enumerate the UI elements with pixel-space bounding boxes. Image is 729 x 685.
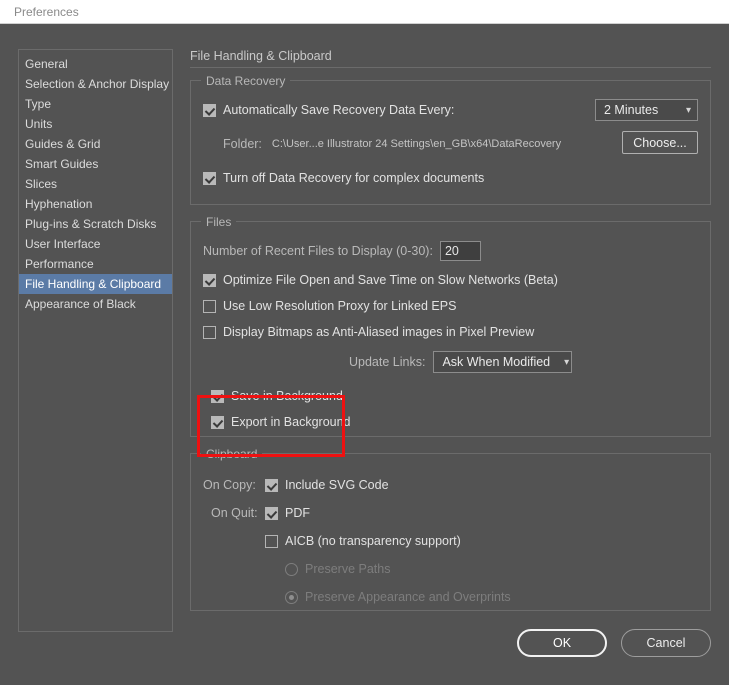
preserve-appearance-radio[interactable] <box>285 590 298 604</box>
recovery-folder-label: Folder: <box>223 137 262 151</box>
clipboard-group-label: Clipboard <box>201 447 263 461</box>
files-group-label: Files <box>201 215 237 229</box>
include-svg-code-checkbox[interactable] <box>265 478 278 492</box>
turn-off-recovery-checkbox[interactable] <box>203 171 216 185</box>
choose-folder-button[interactable]: Choose... <box>622 131 698 154</box>
on-quit-label: On Quit: <box>211 506 258 520</box>
sidebar-item-user-interface[interactable]: User Interface <box>19 234 172 254</box>
low-resolution-proxy-checkbox[interactable] <box>203 299 216 313</box>
preserve-paths-radio[interactable] <box>285 562 298 576</box>
display-bitmaps-checkbox[interactable] <box>203 325 216 339</box>
files-group: Files Number of Recent Files to Display … <box>190 215 711 437</box>
chevron-down-icon: ▾ <box>685 104 691 116</box>
data-recovery-group: Data Recovery Automatically Save Recover… <box>190 74 711 205</box>
recent-files-label: Number of Recent Files to Display (0-30)… <box>203 244 433 258</box>
aicb-label: AICB (no transparency support) <box>285 534 461 548</box>
export-in-background-label: Export in Background <box>231 415 351 429</box>
sidebar-item-hyphenation[interactable]: Hyphenation <box>19 194 172 214</box>
sidebar-item-appearance-of-black[interactable]: Appearance of Black <box>19 294 172 314</box>
sidebar-item-performance[interactable]: Performance <box>19 254 172 274</box>
turn-off-recovery-row: Turn off Data Recovery for complex docum… <box>203 167 698 189</box>
include-svg-code-label: Include SVG Code <box>285 478 389 492</box>
preserve-appearance-label: Preserve Appearance and Overprints <box>305 590 511 604</box>
display-bitmaps-label: Display Bitmaps as Anti-Aliased images i… <box>223 325 535 339</box>
low-resolution-proxy-label: Use Low Resolution Proxy for Linked EPS <box>223 299 457 313</box>
sidebar-item-file-handling-clipboard[interactable]: File Handling & Clipboard <box>19 274 172 294</box>
ok-button[interactable]: OK <box>517 629 607 657</box>
clipboard-group: Clipboard On Copy: Include SVG Code On Q… <box>190 447 711 611</box>
recent-files-row: Number of Recent Files to Display (0-30)… <box>203 240 698 262</box>
pdf-checkbox[interactable] <box>265 506 278 520</box>
turn-off-recovery-label: Turn off Data Recovery for complex docum… <box>223 171 485 185</box>
title-divider <box>190 67 711 68</box>
sidebar-item-smart-guides[interactable]: Smart Guides <box>19 154 172 174</box>
window-title: Preferences <box>14 5 79 19</box>
sidebar-item-units[interactable]: Units <box>19 114 172 134</box>
recovery-folder-path: C:\User...e Illustrator 24 Settings\en_G… <box>271 138 562 150</box>
cancel-button[interactable]: Cancel <box>621 629 711 657</box>
preferences-category-list[interactable]: General Selection & Anchor Display Type … <box>18 49 173 632</box>
recovery-interval-value: 2 Minutes <box>604 103 659 117</box>
auto-save-recovery-checkbox[interactable] <box>203 103 216 117</box>
on-copy-label: On Copy: <box>203 478 256 492</box>
preferences-content-pane: File Handling & Clipboard Data Recovery … <box>190 49 711 627</box>
on-quit-row: On Quit: PDF <box>203 502 698 524</box>
sidebar-item-type[interactable]: Type <box>19 94 172 114</box>
save-in-background-checkbox[interactable] <box>211 389 224 403</box>
preserve-appearance-row: Preserve Appearance and Overprints <box>203 586 698 608</box>
on-copy-row: On Copy: Include SVG Code <box>203 474 698 496</box>
sidebar-item-general[interactable]: General <box>19 54 172 74</box>
optimize-file-open-row: Optimize File Open and Save Time on Slow… <box>203 269 698 291</box>
update-links-row: Update Links: Ask When Modified ▾ <box>203 351 698 373</box>
pdf-label: PDF <box>285 506 310 520</box>
auto-save-recovery-row: Automatically Save Recovery Data Every: … <box>203 99 698 121</box>
preferences-dialog: General Selection & Anchor Display Type … <box>0 24 729 685</box>
optimize-file-open-checkbox[interactable] <box>203 273 216 287</box>
export-in-background-checkbox[interactable] <box>211 415 224 429</box>
update-links-label: Update Links: <box>349 355 426 369</box>
sidebar-item-plugins-scratch-disks[interactable]: Plug-ins & Scratch Disks <box>19 214 172 234</box>
display-bitmaps-row: Display Bitmaps as Anti-Aliased images i… <box>203 321 698 343</box>
recovery-interval-select[interactable]: 2 Minutes ▾ <box>595 99 698 121</box>
preserve-paths-label: Preserve Paths <box>305 562 391 576</box>
aicb-row: AICB (no transparency support) <box>203 530 698 552</box>
page-title: File Handling & Clipboard <box>190 49 332 63</box>
save-in-background-label: Save in Background <box>231 389 343 403</box>
export-in-background-row: Export in Background <box>203 411 698 433</box>
optimize-file-open-label: Optimize File Open and Save Time on Slow… <box>223 273 558 287</box>
aicb-checkbox[interactable] <box>265 534 278 548</box>
update-links-select[interactable]: Ask When Modified ▾ <box>433 351 573 373</box>
recovery-folder-row: Folder: C:\User...e Illustrator 24 Setti… <box>203 131 698 155</box>
recent-files-input[interactable] <box>439 241 481 261</box>
window-title-bar: Preferences <box>0 0 729 24</box>
data-recovery-group-label: Data Recovery <box>201 74 291 88</box>
sidebar-item-slices[interactable]: Slices <box>19 174 172 194</box>
chevron-down-icon: ▾ <box>564 356 570 368</box>
preserve-paths-row: Preserve Paths <box>203 558 698 580</box>
auto-save-recovery-label: Automatically Save Recovery Data Every: <box>223 103 455 117</box>
low-resolution-proxy-row: Use Low Resolution Proxy for Linked EPS <box>203 295 698 317</box>
save-in-background-row: Save in Background <box>203 385 698 407</box>
dialog-footer: OK Cancel <box>0 629 729 657</box>
sidebar-item-selection-anchor-display[interactable]: Selection & Anchor Display <box>19 74 172 94</box>
update-links-value: Ask When Modified <box>442 355 551 369</box>
sidebar-item-guides-grid[interactable]: Guides & Grid <box>19 134 172 154</box>
